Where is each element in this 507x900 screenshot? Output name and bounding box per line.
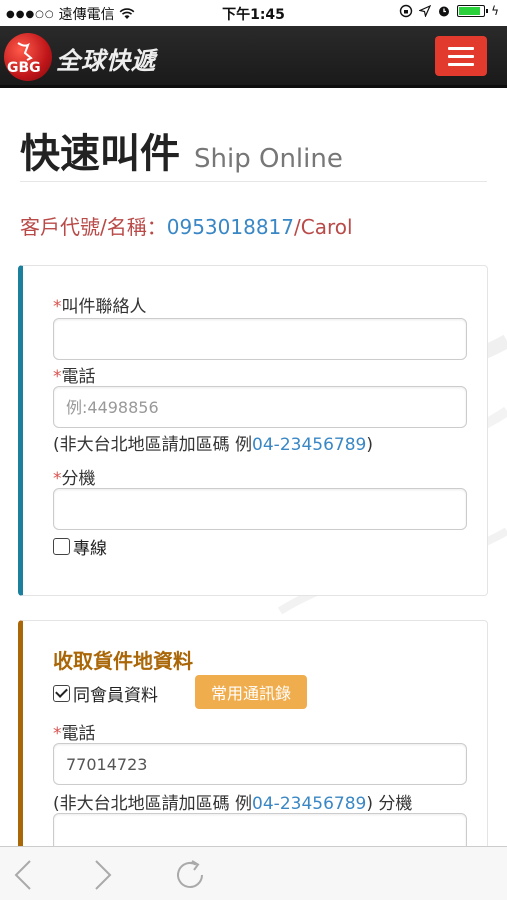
alarm-icon: [439, 6, 450, 17]
chevron-right-icon[interactable]: [82, 855, 122, 895]
required-mark: *: [53, 469, 62, 489]
same-member-checkbox[interactable]: 同會員資料: [53, 681, 158, 706]
required-mark: *: [53, 367, 62, 387]
page-title: 快速叫件 Ship Online: [20, 121, 343, 179]
extension-input[interactable]: [53, 488, 467, 530]
phone-hint-example: 04-23456789: [252, 435, 367, 455]
pickup-extension-input[interactable]: [53, 813, 467, 846]
hamburger-icon-bar: [448, 62, 474, 66]
pickup-hint-suffix: ) 分機: [366, 794, 413, 814]
pickup-phone-label-text: 電話: [61, 724, 96, 744]
pickup-section-title: 收取貨件地資料: [53, 649, 193, 673]
location-icon: [419, 5, 432, 17]
same-member-label: 同會員資料: [73, 686, 158, 706]
dedicated-line-label: 專線: [73, 539, 107, 559]
phone-hint-prefix: (非大台北地區請加區碼 例: [53, 435, 253, 455]
phone-hint: (非大台北地區請加區碼 例04-23456789): [53, 430, 373, 455]
browser-toolbar: [0, 846, 507, 900]
menu-button[interactable]: [435, 36, 487, 76]
status-right: ϟ: [399, 4, 499, 18]
page-title-en: Ship Online: [194, 144, 343, 174]
customer-id: 0953018817: [166, 215, 294, 239]
customer-label: 客戶代號/名稱：: [20, 215, 167, 239]
dedicated-line-checkbox[interactable]: 專線: [53, 534, 107, 559]
contact-label-text: 叫件聯絡人: [61, 297, 147, 317]
chevron-left-icon[interactable]: [6, 855, 46, 895]
site-header: GBG 全球快遞: [0, 26, 507, 88]
address-book-button[interactable]: 常用通訊錄: [195, 675, 307, 709]
battery-icon: [457, 5, 489, 17]
charging-icon: ϟ: [491, 4, 499, 18]
contact-name-input[interactable]: [53, 318, 467, 360]
pickup-panel: 收取貨件地資料 同會員資料 常用通訊錄 *電話 (非大台北地區請加區碼 例04-…: [18, 620, 488, 846]
pickup-hint-prefix: (非大台北地區請加區碼 例: [53, 794, 253, 814]
page-title-zh: 快速叫件: [20, 131, 180, 177]
extension-label: *分機: [53, 464, 96, 489]
contact-label: *叫件聯絡人: [53, 292, 147, 317]
phone-label: *電話: [53, 362, 96, 387]
contact-panel: *叫件聯絡人 *電話 (非大台北地區請加區碼 例04-23456789) *分機…: [18, 265, 488, 596]
extension-label-text: 分機: [61, 469, 96, 489]
rotation-lock-icon: [399, 4, 413, 18]
hamburger-icon: [448, 46, 474, 50]
phone-hint-suffix: ): [366, 435, 373, 455]
phone-input[interactable]: [53, 386, 467, 428]
customer-info: 客戶代號/名稱：0953018817/Carol: [20, 211, 353, 240]
status-bar: ●●●○○ 遠傳電信 下午1:45 ϟ: [0, 0, 507, 26]
hamburger-icon-bar: [448, 54, 474, 58]
required-mark: *: [53, 297, 62, 317]
phone-label-text: 電話: [61, 367, 96, 387]
customer-name: /Carol: [294, 215, 353, 239]
pickup-hint-example: 04-23456789: [252, 794, 367, 814]
title-divider: [20, 181, 487, 182]
pickup-phone-input[interactable]: [53, 743, 467, 785]
checkbox-checked-icon[interactable]: [53, 685, 70, 702]
required-mark: *: [53, 724, 62, 744]
page-content: 快速叫件 Ship Online 客戶代號/名稱：0953018817/Caro…: [0, 91, 507, 846]
reload-icon[interactable]: [170, 855, 210, 895]
pickup-phone-hint: (非大台北地區請加區碼 例04-23456789) 分機: [53, 789, 412, 814]
logo-text[interactable]: 全球快遞: [56, 41, 156, 76]
checkbox-icon[interactable]: [53, 538, 70, 555]
logo-badge: GBG: [7, 60, 41, 76]
pickup-phone-label: *電話: [53, 719, 96, 744]
